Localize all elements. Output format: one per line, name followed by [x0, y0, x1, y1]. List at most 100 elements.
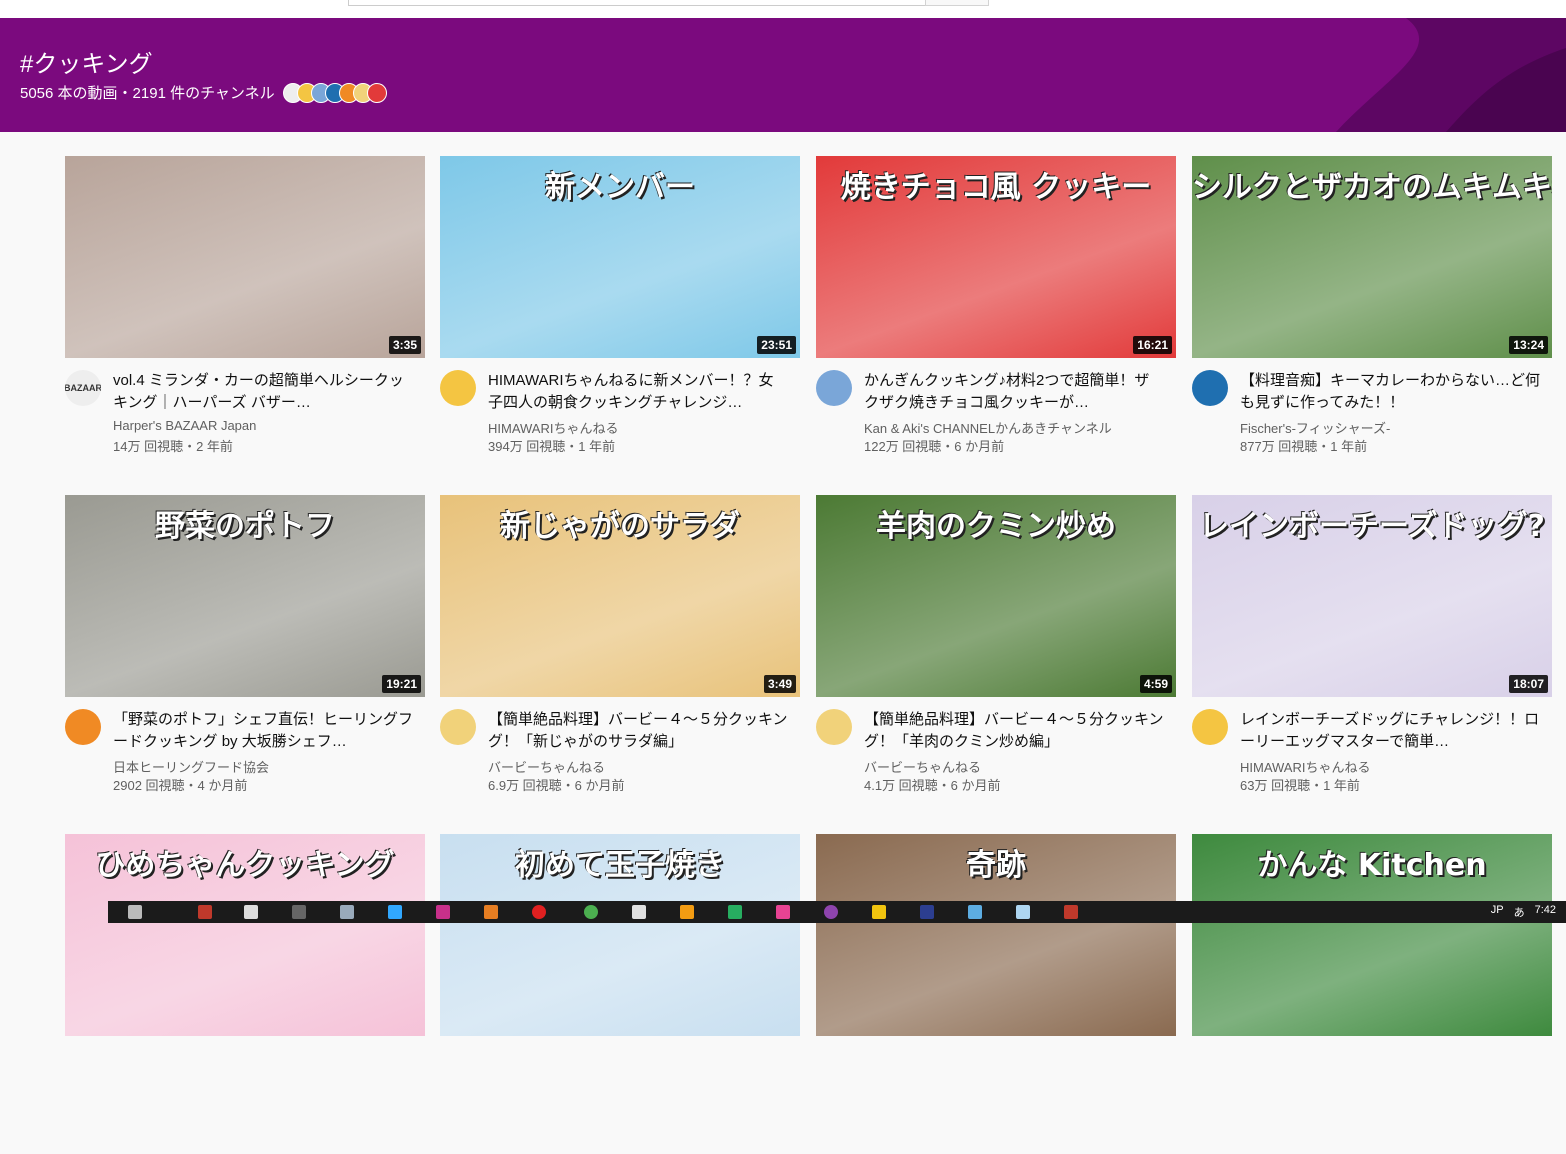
app-icon[interactable] [776, 905, 790, 919]
video-thumbnail[interactable]: 野菜のポトフ 19:21 [65, 495, 425, 697]
ime-mode-indicator[interactable]: あ [1514, 904, 1525, 920]
video-card[interactable]: 羊肉のクミン炒め 4:59 【簡単絶品料理】バービー４～５分クッキング！「羊肉のクミ… [816, 495, 1176, 815]
video-title[interactable]: 【簡単絶品料理】バービー４～５分クッキング！「新じゃがのサラダ編」 [488, 709, 788, 753]
video-card[interactable]: 3:35 BAZAAR vol.4 ミランダ・カーの超簡単ヘルシークッキング｜ハーパ… [65, 156, 425, 476]
opera-icon[interactable] [532, 905, 546, 919]
video-thumbnail[interactable]: ひめちゃんクッキング [65, 834, 425, 1036]
channel-name[interactable]: HIMAWARIちゃんねる [488, 418, 618, 437]
video-card[interactable]: 奇跡 [816, 834, 1176, 1154]
app-icon[interactable] [436, 905, 450, 919]
video-thumbnail[interactable]: 3:35 [65, 156, 425, 358]
video-thumbnail[interactable]: 焼きチョコ風 クッキー 16:21 [816, 156, 1176, 358]
app-icon[interactable] [292, 905, 306, 919]
app-icon[interactable] [244, 905, 258, 919]
thumbnail-caption: ひめちゃんクッキング [95, 848, 395, 883]
video-meta: BAZAAR vol.4 ミランダ・カーの超簡単ヘルシークッキング｜ハーパーズ バ… [65, 370, 425, 470]
duration-badge: 16:21 [1133, 336, 1172, 354]
video-title[interactable]: レインボーチーズドッグにチャレンジ！！ローリーエッグマスターで簡単… [1240, 709, 1540, 753]
video-card[interactable]: 新メンバー 23:51 HIMAWARIちゃんねるに新メンバー！？女子四人の朝食クッ… [440, 156, 800, 476]
channel-name[interactable]: Kan & Aki's CHANNELかんあきチャンネル [864, 418, 1112, 437]
channel-avatar-stack [282, 82, 387, 103]
top-app-bar [0, 0, 1566, 18]
channel-name[interactable]: 日本ヒーリングフード協会 [113, 757, 269, 776]
duration-badge: 3:35 [388, 336, 421, 354]
video-meta: HIMAWARIちゃんねるに新メンバー！？女子四人の朝食クッキングチャレンジ… H… [440, 370, 800, 470]
channel-avatar[interactable]: BAZAAR [65, 370, 101, 406]
thumbnail-caption: 新メンバー [545, 170, 695, 205]
search-input[interactable] [348, 0, 926, 6]
video-card[interactable]: 焼きチョコ風 クッキー 16:21 かんぎんクッキング♪材料2つで超簡単！ザクザク焼… [816, 156, 1176, 476]
video-title[interactable]: HIMAWARIちゃんねるに新メンバー！？女子四人の朝食クッキングチャレンジ… [488, 370, 788, 414]
thumbnail-caption: 奇跡 [966, 848, 1026, 883]
app-icon[interactable] [340, 905, 354, 919]
ime-indicator[interactable]: JP [1491, 904, 1504, 920]
app-icon[interactable] [632, 905, 646, 919]
messenger-icon[interactable] [824, 905, 838, 919]
video-thumbnail[interactable]: 羊肉のクミン炒め 4:59 [816, 495, 1176, 697]
video-title[interactable]: 【簡単絶品料理】バービー４～５分クッキング！「羊肉のクミン炒め編」 [864, 709, 1164, 753]
duration-badge: 23:51 [757, 336, 796, 354]
video-meta: 「野菜のポトフ」シェフ直伝！ヒーリングフードクッキング by 大坂勝シェフ… 日本… [65, 709, 425, 809]
video-meta: 【簡単絶品料理】バービー４～５分クッキング！「新じゃがのサラダ編」バービーちゃん… [440, 709, 800, 809]
thumbnail-caption: 羊肉のクミン炒め [876, 509, 1116, 544]
app-icon[interactable] [728, 905, 742, 919]
view-count: 122万 回視聴・6 か月前 [864, 439, 1005, 454]
channel-name[interactable]: バービーちゃんねる [864, 757, 981, 776]
channel-name[interactable]: Fischer's-フィッシャーズ- [1240, 418, 1390, 437]
gmail-icon[interactable] [1064, 905, 1078, 919]
chrome-icon[interactable] [584, 905, 598, 919]
video-card[interactable]: シルクとザカオのムキムキ料理音痴クッキング! 13:24 【料理音痴】キーマカレーわ… [1192, 156, 1552, 476]
video-card[interactable]: 新じゃがのサラダ 3:49 【簡単絶品料理】バービー４～５分クッキング！「新じゃがの… [440, 495, 800, 815]
view-count: 6.9万 回視聴・6 か月前 [488, 778, 625, 793]
video-title[interactable]: 【料理音痴】キーマカレーわからない…ど何も見ずに作ってみた！！ [1240, 370, 1540, 414]
channel-avatar[interactable] [65, 709, 101, 745]
channel-avatar[interactable] [1192, 709, 1228, 745]
thumbnail-caption: かんな Kitchen [1257, 848, 1487, 883]
video-thumbnail[interactable]: 初めて玉子焼き [440, 834, 800, 1036]
app-icon[interactable] [388, 905, 402, 919]
video-title[interactable]: vol.4 ミランダ・カーの超簡単ヘルシークッキング｜ハーパーズ バザー… [113, 370, 413, 414]
folder-icon[interactable] [872, 905, 886, 919]
search-button[interactable] [925, 0, 989, 6]
channel-avatar[interactable] [816, 370, 852, 406]
task-view-icon[interactable] [128, 905, 142, 919]
video-meta: レインボーチーズドッグにチャレンジ！！ローリーエッグマスターで簡単… HIMAWA… [1192, 709, 1552, 809]
video-card[interactable]: 初めて玉子焼き [440, 834, 800, 1154]
video-title[interactable]: 「野菜のポトフ」シェフ直伝！ヒーリングフードクッキング by 大坂勝シェフ… [113, 709, 413, 753]
app-icon[interactable] [1016, 905, 1030, 919]
app-icon[interactable] [680, 905, 694, 919]
video-thumbnail[interactable]: レインボーチーズドッグ? 18:07 [1192, 495, 1552, 697]
channel-name[interactable]: HIMAWARIちゃんねる [1240, 757, 1370, 776]
view-count: 14万 回視聴・2 年前 [113, 439, 233, 454]
video-thumbnail[interactable]: 新じゃがのサラダ 3:49 [440, 495, 800, 697]
video-card[interactable]: 野菜のポトフ 19:21 「野菜のポトフ」シェフ直伝！ヒーリングフードクッキング b… [65, 495, 425, 815]
app-icon[interactable] [198, 905, 212, 919]
video-card[interactable]: レインボーチーズドッグ? 18:07 レインボーチーズドッグにチャレンジ！！ローリー… [1192, 495, 1552, 815]
thumbnail-caption: 初めて玉子焼き [515, 848, 725, 883]
video-meta: 【簡単絶品料理】バービー４～５分クッキング！「羊肉のクミン炒め編」バービーちゃん… [816, 709, 1176, 809]
channel-avatar[interactable] [440, 709, 476, 745]
video-thumbnail[interactable]: シルクとザカオのムキムキ料理音痴クッキング! 13:24 [1192, 156, 1552, 358]
video-card[interactable]: ひめちゃんクッキング [65, 834, 425, 1154]
thumbnail-caption: 焼きチョコ風 クッキー [840, 170, 1152, 205]
hashtag-title: #クッキング [20, 51, 153, 78]
view-count: 877万 回視聴・1 年前 [1240, 439, 1368, 454]
channel-avatar[interactable] [440, 370, 476, 406]
duration-badge: 18:07 [1509, 675, 1548, 693]
video-meta: かんぎんクッキング♪材料2つで超簡単！ザクザク焼きチョコ風クッキーが… Kan &… [816, 370, 1176, 470]
app-icon[interactable] [920, 905, 934, 919]
channel-name[interactable]: バービーちゃんねる [488, 757, 605, 776]
duration-badge: 13:24 [1509, 336, 1548, 354]
channel-avatar[interactable] [816, 709, 852, 745]
video-card[interactable]: かんな Kitchen [1192, 834, 1552, 1154]
channel-avatar[interactable] [1192, 370, 1228, 406]
video-thumbnail[interactable]: 新メンバー 23:51 [440, 156, 800, 358]
channel-name[interactable]: Harper's BAZAAR Japan [113, 418, 256, 433]
video-meta: 【料理音痴】キーマカレーわからない…ど何も見ずに作ってみた！！ Fischer's… [1192, 370, 1552, 470]
clock[interactable]: 7:42 [1535, 904, 1556, 920]
app-icon[interactable] [484, 905, 498, 919]
video-thumbnail[interactable]: 奇跡 [816, 834, 1176, 1036]
video-title[interactable]: かんぎんクッキング♪材料2つで超簡単！ザクザク焼きチョコ風クッキーが… [864, 370, 1164, 414]
app-icon[interactable] [968, 905, 982, 919]
video-thumbnail[interactable]: かんな Kitchen [1192, 834, 1552, 1036]
